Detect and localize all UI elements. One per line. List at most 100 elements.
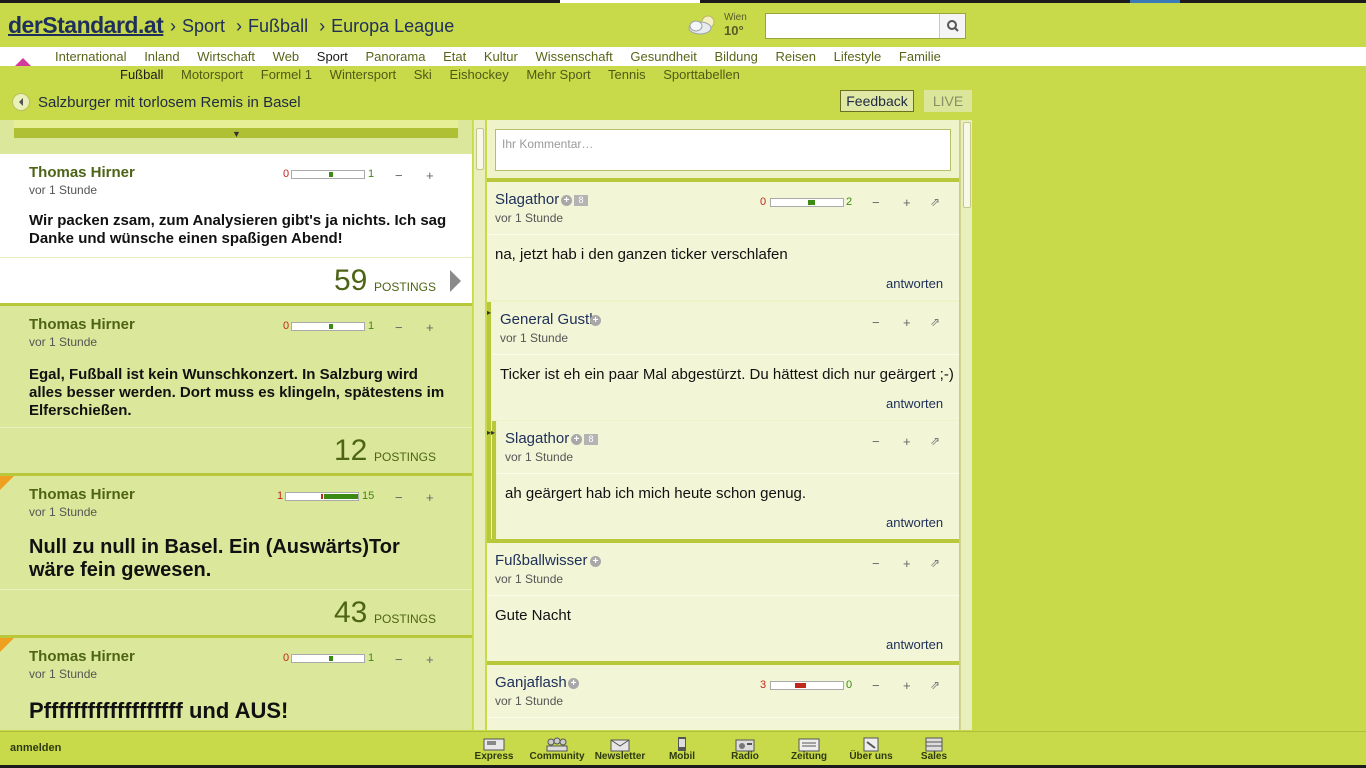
site-logo[interactable]: derStandard.at	[8, 12, 164, 39]
rate-up-button[interactable]: +	[903, 195, 911, 210]
feedback-button[interactable]: Feedback	[840, 90, 914, 112]
footer-zeitung[interactable]: Zeitung	[779, 732, 839, 768]
ticker-author[interactable]: Thomas Hirner	[29, 164, 135, 181]
share-icon[interactable]: ⇗	[930, 315, 940, 329]
footer-ueber-uns[interactable]: Über uns	[841, 732, 901, 768]
rate-down-button[interactable]: −	[395, 168, 403, 183]
rate-up-button[interactable]: +	[903, 678, 911, 693]
post-time: vor 1 Stunde	[495, 211, 564, 225]
subnav-item-tennis[interactable]: Tennis	[608, 67, 646, 82]
ticker-entry: Thomas Hirner vor 1 Stunde 0 1 − + Pffff…	[0, 638, 472, 730]
nav-item-familie[interactable]: Familie	[899, 49, 941, 64]
ticker-author[interactable]: Thomas Hirner	[29, 648, 135, 665]
post-username[interactable]: General Gustl	[500, 311, 593, 328]
forum-scrollbar[interactable]	[960, 120, 972, 730]
scrollbar-thumb[interactable]	[963, 122, 971, 208]
rate-down-button[interactable]: −	[872, 556, 880, 571]
rate-down-button[interactable]: −	[872, 678, 880, 693]
rating-negative: 0	[283, 168, 290, 180]
rate-up-button[interactable]: +	[426, 490, 434, 505]
footer-newsletter[interactable]: Newsletter	[590, 732, 650, 768]
back-button[interactable]	[12, 93, 30, 111]
rate-down-button[interactable]: −	[872, 434, 880, 449]
nav-item-international[interactable]: International	[55, 49, 127, 64]
search-icon	[947, 20, 959, 32]
rate-down-button[interactable]: −	[872, 195, 880, 210]
postings-count[interactable]: 12 POSTINGS	[0, 427, 472, 473]
search-button[interactable]	[939, 14, 965, 38]
nav-item-bildung[interactable]: Bildung	[715, 49, 758, 64]
breadcrumb-item[interactable]: Europa League	[331, 16, 454, 36]
nav-item-lifestyle[interactable]: Lifestyle	[834, 49, 882, 64]
subnav-item-formel1[interactable]: Formel 1	[261, 67, 312, 82]
live-button[interactable]: LIVE	[924, 90, 972, 112]
reply-link[interactable]: antworten	[886, 276, 943, 291]
rating-negative: 0	[283, 652, 290, 664]
footer-radio[interactable]: Radio	[715, 732, 775, 768]
rate-down-button[interactable]: −	[395, 320, 403, 335]
ticker-expand[interactable]: ▼	[14, 120, 458, 139]
nav-item-kultur[interactable]: Kultur	[484, 49, 518, 64]
login-link[interactable]: anmelden	[10, 742, 61, 754]
subnav-item-mehr-sport[interactable]: Mehr Sport	[526, 67, 590, 82]
plus-circle-icon: +	[568, 678, 579, 689]
ticker-scrollbar[interactable]	[473, 120, 485, 730]
rate-down-button[interactable]: −	[872, 315, 880, 330]
nav-item-etat[interactable]: Etat	[443, 49, 466, 64]
nav-item-sport[interactable]: Sport	[317, 49, 348, 64]
subnav-item-motorsport[interactable]: Motorsport	[181, 67, 243, 82]
rate-down-button[interactable]: −	[395, 652, 403, 667]
post-username[interactable]: Fußballwisser	[495, 552, 588, 569]
rate-up-button[interactable]: +	[426, 168, 434, 183]
postings-count[interactable]: 59 POSTINGS	[0, 257, 472, 303]
nav-item-wissenschaft[interactable]: Wissenschaft	[535, 49, 612, 64]
scrollbar-thumb[interactable]	[476, 128, 484, 170]
share-icon[interactable]: ⇗	[930, 556, 940, 570]
rate-up-button[interactable]: +	[426, 320, 434, 335]
nav-item-reisen[interactable]: Reisen	[776, 49, 816, 64]
sales-icon	[925, 737, 943, 752]
subnav-item-fussball[interactable]: Fußball	[120, 67, 163, 82]
caret-down-icon: ▼	[232, 129, 241, 139]
breadcrumb-item[interactable]: Sport	[182, 16, 225, 36]
post-username[interactable]: Slagathor	[505, 430, 569, 447]
post-username[interactable]: Slagathor	[495, 191, 559, 208]
rate-up-button[interactable]: +	[426, 652, 434, 667]
rate-down-button[interactable]: −	[395, 490, 403, 505]
nav-item-web[interactable]: Web	[273, 49, 300, 64]
subnav-item-ski[interactable]: Ski	[414, 67, 432, 82]
breadcrumb-item[interactable]: Fußball	[248, 16, 308, 36]
ticker-author[interactable]: Thomas Hirner	[29, 316, 135, 333]
rating-positive: 1	[368, 168, 375, 180]
postings-count[interactable]: 43 POSTINGS	[0, 589, 472, 635]
share-icon[interactable]: ⇗	[930, 434, 940, 448]
footer-community[interactable]: Community	[527, 732, 587, 768]
footer-mobil[interactable]: Mobil	[652, 732, 712, 768]
rating-positive: 0	[846, 679, 853, 691]
ticker-author[interactable]: Thomas Hirner	[29, 486, 135, 503]
nav-item-gesundheit[interactable]: Gesundheit	[630, 49, 697, 64]
reply-link[interactable]: antworten	[886, 515, 943, 530]
footer-express[interactable]: Express	[464, 732, 524, 768]
nav-item-inland[interactable]: Inland	[144, 49, 179, 64]
reply-link[interactable]: antworten	[886, 396, 943, 411]
nav-item-wirtschaft[interactable]: Wirtschaft	[197, 49, 255, 64]
chevron-right-icon[interactable]	[450, 270, 461, 292]
sub-nav: Fußball Motorsport Formel 1 Wintersport …	[0, 66, 1366, 84]
rate-up-button[interactable]: +	[903, 315, 911, 330]
rate-up-button[interactable]: +	[903, 556, 911, 571]
search-input[interactable]	[765, 13, 966, 39]
comment-input[interactable]: Ihr Kommentar…	[495, 129, 951, 171]
rating-positive: 1	[368, 652, 375, 664]
subnav-item-eishockey[interactable]: Eishockey	[449, 67, 508, 82]
subnav-item-sporttabellen[interactable]: Sporttabellen	[663, 67, 740, 82]
post-username[interactable]: Ganjaflash	[495, 674, 567, 691]
reply-link[interactable]: antworten	[886, 637, 943, 652]
cloud-sun-icon[interactable]	[686, 13, 720, 37]
subnav-item-wintersport[interactable]: Wintersport	[330, 67, 396, 82]
nav-item-panorama[interactable]: Panorama	[365, 49, 425, 64]
share-icon[interactable]: ⇗	[930, 678, 940, 692]
footer-sales[interactable]: Sales	[904, 732, 964, 768]
rate-up-button[interactable]: +	[903, 434, 911, 449]
share-icon[interactable]: ⇗	[930, 195, 940, 209]
